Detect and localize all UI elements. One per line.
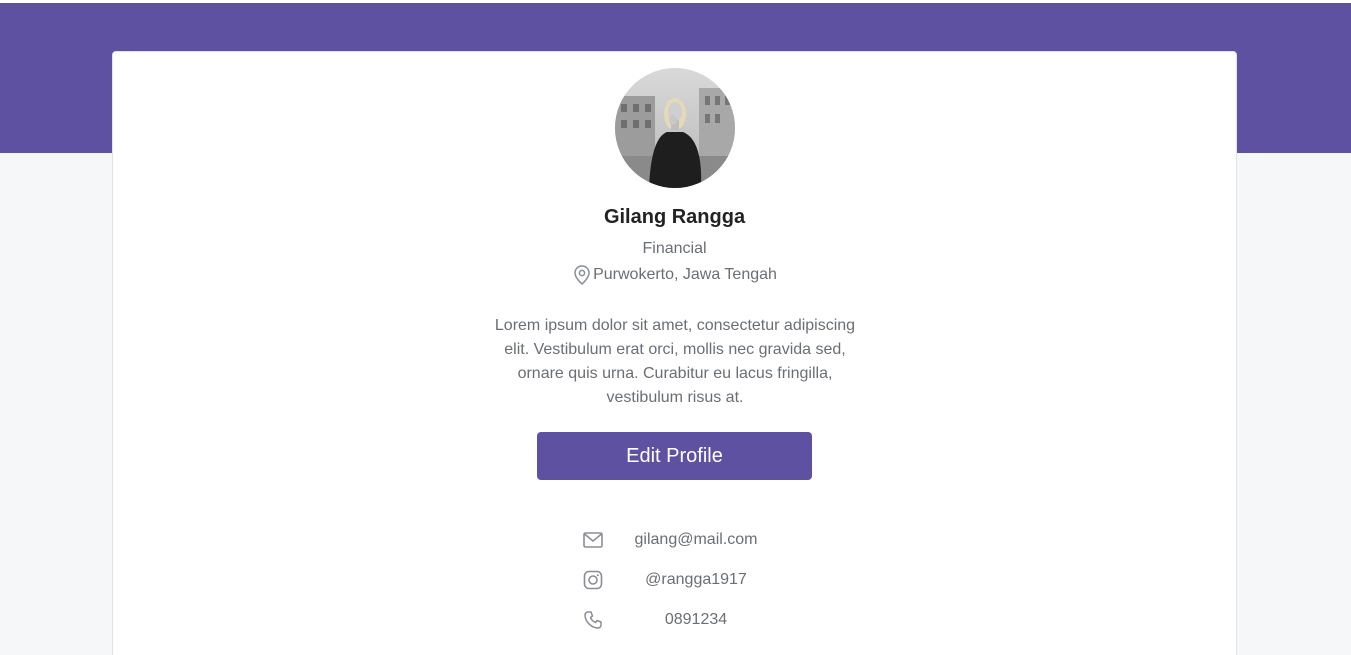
contact-instagram[interactable]: @rangga1917	[605, 571, 781, 589]
profile-avatar	[615, 68, 735, 188]
phone-icon	[581, 608, 605, 632]
profile-location: Purwokerto, Jawa Tengah	[113, 264, 1236, 286]
instagram-icon	[581, 568, 605, 592]
contact-email-row: gilang@mail.com	[581, 525, 781, 555]
profile-role: Financial	[642, 240, 707, 257]
map-pin-icon	[572, 264, 592, 286]
contact-phone-row: 0891234	[581, 605, 781, 635]
edit-profile-button[interactable]: Edit Profile	[537, 432, 812, 480]
contact-phone[interactable]: 0891234	[605, 611, 781, 629]
contact-email[interactable]: gilang@mail.com	[605, 531, 781, 549]
location-text: Purwokerto, Jawa Tengah	[593, 266, 777, 283]
contact-instagram-row: @rangga1917	[581, 565, 781, 595]
profile-bio: Lorem ipsum dolor sit amet, consectetur …	[494, 317, 856, 406]
avatar-photo	[615, 68, 735, 188]
mail-icon	[581, 528, 605, 552]
profile-name: Gilang Rangga	[603, 206, 746, 228]
profile-card: Gilang Rangga Financial Purwokerto, Jawa…	[112, 51, 1237, 655]
